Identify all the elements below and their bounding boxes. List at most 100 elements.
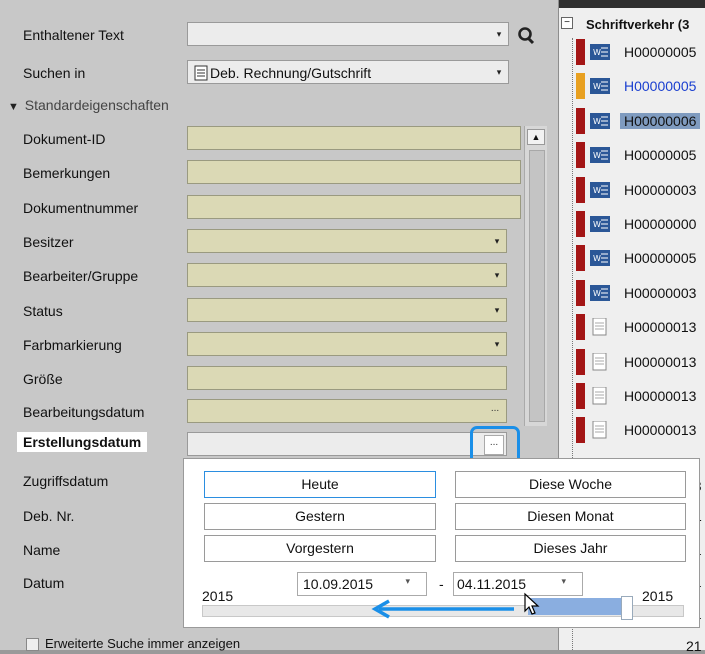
- svg-text:W: W: [593, 254, 601, 263]
- svg-text:W: W: [593, 186, 601, 195]
- word-document-icon: W: [590, 44, 610, 60]
- color-marker: [576, 39, 585, 65]
- text-document-icon: [592, 352, 607, 371]
- chevron-down-icon[interactable]: ▾: [405, 576, 410, 587]
- text-document-icon: [592, 387, 607, 405]
- to-date-input[interactable]: 04.11.2015 ▾: [453, 572, 583, 596]
- word-document-icon: W: [590, 78, 610, 95]
- bearbeiter-gruppe-select[interactable]: ▾: [187, 263, 507, 287]
- document-row[interactable]: W H00000003: [576, 279, 705, 306]
- color-marker: [576, 73, 585, 100]
- document-id-text: H00000013: [624, 319, 697, 336]
- heute-button[interactable]: Heute: [204, 471, 436, 498]
- document-id-text: H00000005: [624, 44, 697, 60]
- row-dokumentnummer: Dokumentnummer: [0, 195, 530, 221]
- row-besitzer: Besitzer ▾: [0, 229, 530, 255]
- document-row[interactable]: W H00000005: [576, 245, 705, 272]
- document-id-text: H00000006: [620, 112, 701, 129]
- arrow-left-annotation-icon: [371, 599, 514, 619]
- document-row[interactable]: W H00000006: [576, 107, 705, 134]
- chevron-down-icon[interactable]: ▾: [490, 335, 504, 353]
- word-document-icon: W: [590, 112, 610, 129]
- document-row[interactable]: W H00000005: [576, 39, 705, 65]
- scroll-up-button[interactable]: ▲: [527, 129, 545, 145]
- collapse-triangle-icon[interactable]: ▼: [8, 101, 19, 113]
- suchen-in-select[interactable]: Deb. Rechnung/Gutschrift ▾: [187, 60, 509, 84]
- row-erstellungsdatum: Erstellungsdatum ...: [0, 432, 530, 458]
- farbmarkierung-select[interactable]: ▾: [187, 332, 507, 356]
- svg-text:W: W: [593, 82, 601, 91]
- chevron-down-icon[interactable]: ▾: [490, 301, 504, 319]
- text-document-icon: [592, 421, 607, 439]
- row-bearbeitungsdatum: Bearbeitungsdatum ...: [0, 399, 530, 425]
- document-row[interactable]: H00000013: [576, 314, 705, 341]
- gestern-button[interactable]: Gestern: [204, 503, 436, 530]
- document-id-text: H00000005: [624, 147, 697, 164]
- bemerkungen-input[interactable]: [187, 160, 521, 184]
- range-start-year: 2015: [202, 588, 234, 604]
- color-marker: [576, 245, 585, 272]
- from-date-input[interactable]: 10.09.2015 ▾: [297, 572, 427, 596]
- document-id-text: H00000013: [624, 422, 697, 439]
- tree-folder-title[interactable]: Schriftverkehr (3: [586, 17, 689, 32]
- color-marker: [576, 383, 585, 409]
- range-end-handle[interactable]: [621, 596, 633, 620]
- chevron-down-icon[interactable]: ▾: [490, 266, 504, 284]
- groesse-input[interactable]: [187, 366, 507, 390]
- document-row[interactable]: W H00000005: [576, 142, 705, 169]
- enthaltener-text-input[interactable]: ▾: [187, 22, 509, 46]
- diesen-monat-button[interactable]: Diesen Monat: [455, 503, 686, 530]
- document-id-text: H00000005: [624, 78, 697, 95]
- document-row[interactable]: H00000013: [576, 417, 705, 444]
- mouse-cursor-icon: [524, 592, 540, 615]
- date-range-popup: Heute Diese Woche Gestern Diesen Monat V…: [183, 458, 700, 628]
- dokumentnummer-input[interactable]: [187, 195, 521, 219]
- svg-text:W: W: [593, 151, 601, 160]
- document-id-text: H00000003: [624, 284, 697, 301]
- erweiterte-suche-label: Erweiterte Suche immer anzeigen: [45, 636, 241, 651]
- chevron-down-icon[interactable]: ▾: [490, 232, 504, 250]
- word-document-icon: W: [590, 284, 610, 301]
- svg-text:W: W: [593, 289, 601, 298]
- document-id-text: H00000013: [624, 353, 697, 370]
- document-id-text: H00000000: [624, 216, 697, 232]
- dieses-jahr-button[interactable]: Dieses Jahr: [455, 535, 686, 562]
- dokument-id-input[interactable]: [187, 126, 521, 150]
- document-id-text: H00000013: [624, 388, 697, 404]
- date-picker-button[interactable]: ...: [486, 402, 504, 420]
- bearbeitungsdatum-input[interactable]: ...: [187, 399, 507, 423]
- besitzer-select[interactable]: ▾: [187, 229, 507, 253]
- word-document-icon: W: [590, 216, 610, 232]
- color-marker: [576, 142, 585, 169]
- section-standardeigenschaften[interactable]: ▼ Standardeigenschaften: [8, 97, 169, 113]
- vorgestern-button[interactable]: Vorgestern: [204, 535, 436, 562]
- document-row[interactable]: W H00000000: [576, 211, 705, 237]
- enthaltener-text-label: Enthaltener Text: [23, 27, 124, 43]
- row-dokument-id: Dokument-ID: [0, 126, 530, 152]
- scrollbar-thumb[interactable]: [529, 150, 545, 422]
- document-row[interactable]: H00000013: [576, 383, 705, 409]
- erweiterte-suche-checkbox[interactable]: [26, 638, 39, 651]
- word-document-icon: W: [590, 181, 610, 198]
- color-marker: [576, 314, 585, 341]
- erstellungsdatum-input[interactable]: ...: [187, 432, 507, 456]
- row-bemerkungen: Bemerkungen: [0, 160, 530, 186]
- date-range-selection[interactable]: [528, 598, 628, 615]
- chevron-down-icon[interactable]: ▾: [492, 63, 506, 81]
- collapse-tree-toggle[interactable]: −: [561, 17, 573, 29]
- suchen-in-value: Deb. Rechnung/Gutschrift: [210, 65, 372, 81]
- text-document-icon: [592, 318, 607, 336]
- date-range-separator: -: [439, 576, 444, 592]
- chevron-down-icon[interactable]: ▾: [492, 25, 506, 43]
- row-status: Status ▾: [0, 298, 530, 324]
- document-row[interactable]: H00000013: [576, 348, 705, 375]
- search-icon[interactable]: [516, 26, 536, 46]
- color-marker: [576, 348, 585, 375]
- row-suchen-in: Suchen in Deb. Rechnung/Gutschrift ▾: [0, 60, 530, 86]
- document-row[interactable]: W H00000003: [576, 176, 705, 203]
- word-document-icon: W: [590, 147, 610, 164]
- document-row[interactable]: W H00000005: [576, 73, 705, 100]
- diese-woche-button[interactable]: Diese Woche: [455, 471, 686, 498]
- chevron-down-icon[interactable]: ▾: [561, 576, 566, 587]
- status-select[interactable]: ▾: [187, 298, 507, 322]
